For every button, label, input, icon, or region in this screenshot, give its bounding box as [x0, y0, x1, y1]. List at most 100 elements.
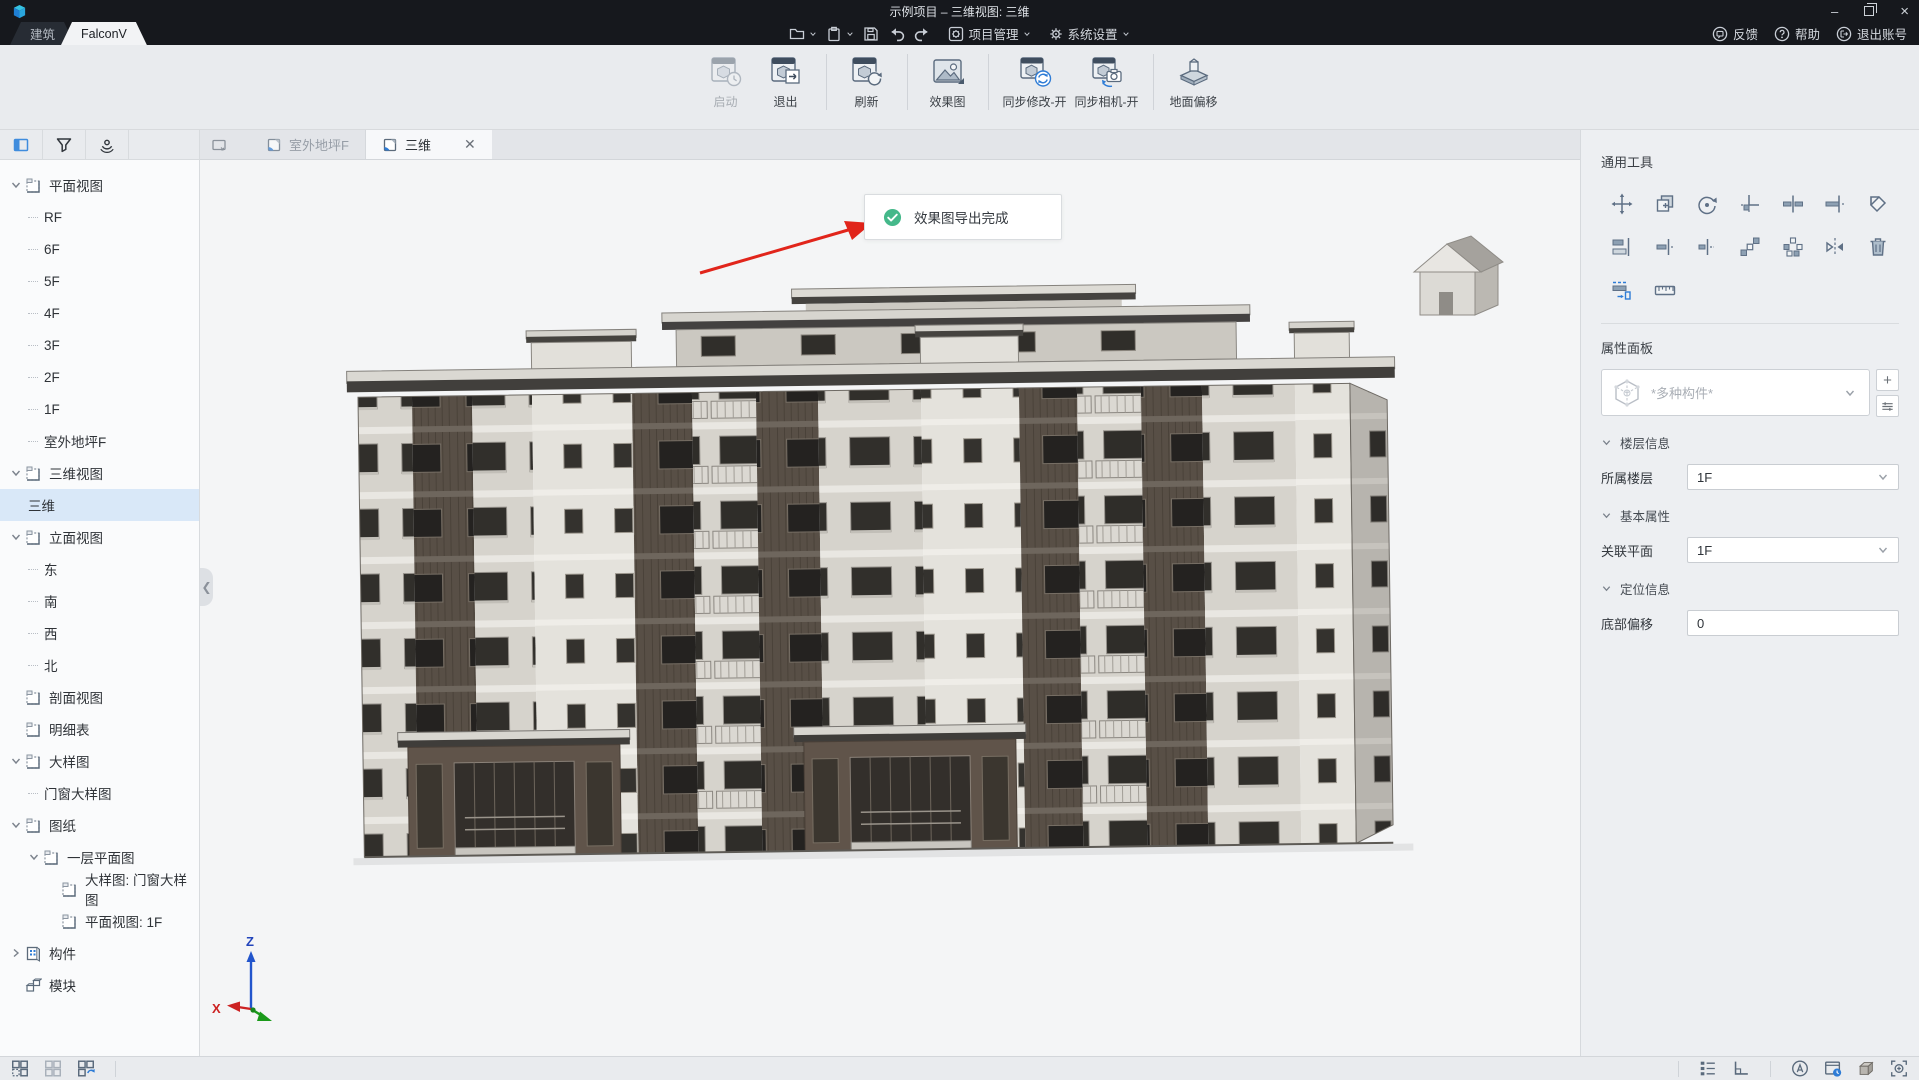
- feedback-button[interactable]: 反馈: [1712, 24, 1758, 43]
- property-list-button[interactable]: [1876, 395, 1899, 417]
- tree-item-2f[interactable]: 2F: [0, 361, 199, 393]
- align-center-tool[interactable]: [1822, 191, 1848, 217]
- offset-tool[interactable]: [1609, 277, 1635, 303]
- tree-item-5f[interactable]: 5F: [0, 265, 199, 297]
- sync-edit-button[interactable]: 同步修改-开: [999, 54, 1071, 110]
- associated-plane-select[interactable]: 1F: [1687, 537, 1899, 563]
- split-tool[interactable]: [1780, 191, 1806, 217]
- logout-button[interactable]: 退出账号: [1836, 24, 1907, 43]
- select-all-button[interactable]: [10, 1059, 30, 1079]
- tree-item-west[interactable]: 西: [0, 617, 199, 649]
- ground-offset-button[interactable]: 地面偏移: [1164, 54, 1224, 110]
- trim-extend-tool[interactable]: [1737, 191, 1763, 217]
- redo-button[interactable]: [914, 25, 931, 42]
- sync-camera-icon: [1090, 54, 1124, 88]
- measure-icon: [1653, 278, 1677, 302]
- tree-item-rf[interactable]: RF: [0, 201, 199, 233]
- tree-item-1f[interactable]: 1F: [0, 393, 199, 425]
- deselect-button[interactable]: [43, 1059, 63, 1079]
- window-history-button[interactable]: [1823, 1059, 1843, 1079]
- close-button[interactable]: ×: [1900, 4, 1909, 19]
- refresh-button[interactable]: 刷新: [837, 54, 897, 110]
- match-tool[interactable]: [1865, 191, 1891, 217]
- paste-button[interactable]: [826, 26, 854, 42]
- section-position-info[interactable]: 定位信息: [1601, 579, 1899, 598]
- help-button[interactable]: 帮助: [1774, 24, 1820, 43]
- tree-item-6f[interactable]: 6F: [0, 233, 199, 265]
- copy-tool[interactable]: [1652, 191, 1678, 217]
- minimize-button[interactable]: –: [1831, 5, 1838, 18]
- render-image-button[interactable]: 效果图: [918, 54, 978, 110]
- chevron-down-icon: [1601, 583, 1612, 594]
- view-tab-3d[interactable]: 三维 ✕: [366, 130, 492, 159]
- tree-group-elevations[interactable]: 立面视图: [0, 521, 199, 553]
- exit-button[interactable]: 退出: [756, 54, 816, 110]
- tree-item-4f[interactable]: 4F: [0, 297, 199, 329]
- maximize-button[interactable]: [1864, 6, 1874, 16]
- open-file-button[interactable]: [789, 26, 817, 42]
- select-all-icon: [10, 1058, 30, 1079]
- module-icon: [25, 977, 42, 994]
- tree-group-plan-views[interactable]: 平面视图: [0, 169, 199, 201]
- align-right-tool[interactable]: [1694, 234, 1720, 260]
- ribbon-tab-falconv[interactable]: FalconV: [61, 22, 147, 45]
- locate-button[interactable]: [86, 130, 129, 160]
- stack-align-tool[interactable]: [1609, 234, 1635, 260]
- sidebar-collapse-handle[interactable]: ❮: [200, 568, 213, 606]
- project-browser-sidebar: 平面视图 RF 6F 5F 4F 3F 2F 1F 室外地坪F 三维视图 三维 …: [0, 130, 200, 1056]
- save-button[interactable]: [863, 26, 879, 42]
- add-button[interactable]: +: [1876, 369, 1899, 391]
- project-management-menu[interactable]: 项目管理: [948, 24, 1030, 43]
- view-icon: [25, 721, 42, 738]
- panel-toggle-button[interactable]: [0, 130, 43, 160]
- tree-item-south[interactable]: 南: [0, 585, 199, 617]
- tree-item-north[interactable]: 北: [0, 649, 199, 681]
- close-tab-icon[interactable]: ✕: [464, 136, 476, 153]
- array-radial-tool[interactable]: [1780, 234, 1806, 260]
- bottom-offset-input[interactable]: 0: [1687, 610, 1899, 636]
- tree-group-modules[interactable]: 模块: [0, 969, 199, 1001]
- auto-letter-button[interactable]: [1790, 1059, 1810, 1079]
- corner-angle-button[interactable]: [1731, 1059, 1751, 1079]
- launch-button[interactable]: 启动: [696, 54, 756, 110]
- tree-item-east[interactable]: 东: [0, 553, 199, 585]
- clipboard-icon: [826, 26, 842, 42]
- tree-group-sheets[interactable]: 图纸: [0, 809, 199, 841]
- tree-item-door-window-detail[interactable]: 门窗大样图: [0, 777, 199, 809]
- align-left-tool[interactable]: [1652, 234, 1678, 260]
- system-settings-menu[interactable]: 系统设置: [1048, 24, 1130, 43]
- rotate-tool[interactable]: [1694, 191, 1720, 217]
- toolbar-separator: [826, 54, 827, 110]
- filter-button[interactable]: [43, 130, 86, 160]
- tree-group-detail-views[interactable]: 大样图: [0, 745, 199, 777]
- tree-item-3f[interactable]: 3F: [0, 329, 199, 361]
- tree-item-site-floor[interactable]: 室外地坪F: [0, 425, 199, 457]
- solid-box-button[interactable]: [1856, 1059, 1876, 1079]
- mirror-tool[interactable]: [1822, 234, 1848, 260]
- tab-list-button[interactable]: [200, 130, 238, 159]
- section-basic-props[interactable]: 基本属性: [1601, 506, 1899, 525]
- tree-item-detail-door-window[interactable]: 大样图: 门窗大样图: [0, 873, 199, 905]
- chevron-down-icon: [809, 30, 817, 38]
- tree-group-sections[interactable]: 剖面视图: [0, 681, 199, 713]
- view-tab-site-floor[interactable]: 室外地坪F: [250, 130, 366, 159]
- delete-tool[interactable]: [1865, 234, 1891, 260]
- tree-group-components[interactable]: 构件: [0, 937, 199, 969]
- component-type-selector[interactable]: *多种构件*: [1601, 369, 1870, 416]
- tree-group-schedules[interactable]: 明细表: [0, 713, 199, 745]
- undo-button[interactable]: [888, 25, 905, 42]
- chevron-down-icon: [1877, 471, 1889, 483]
- sync-camera-button[interactable]: 同步相机-开: [1071, 54, 1143, 110]
- tree-item-plan-view-1f[interactable]: 平面视图: 1F: [0, 905, 199, 937]
- tree-item-3d[interactable]: 三维: [0, 489, 199, 521]
- array-diagonal-tool[interactable]: [1737, 234, 1763, 260]
- move-tool[interactable]: [1609, 191, 1635, 217]
- model-3d-canvas[interactable]: Z X 效果图导出完成 ❮: [200, 160, 1580, 1056]
- invert-selection-button[interactable]: [76, 1059, 96, 1079]
- measure-tool[interactable]: [1652, 277, 1678, 303]
- layer-list-button[interactable]: [1698, 1059, 1718, 1079]
- zoom-selection-button[interactable]: [1889, 1059, 1909, 1079]
- tree-group-3d-views[interactable]: 三维视图: [0, 457, 199, 489]
- section-floor-info[interactable]: 楼层信息: [1601, 433, 1899, 452]
- floor-select[interactable]: 1F: [1687, 464, 1899, 490]
